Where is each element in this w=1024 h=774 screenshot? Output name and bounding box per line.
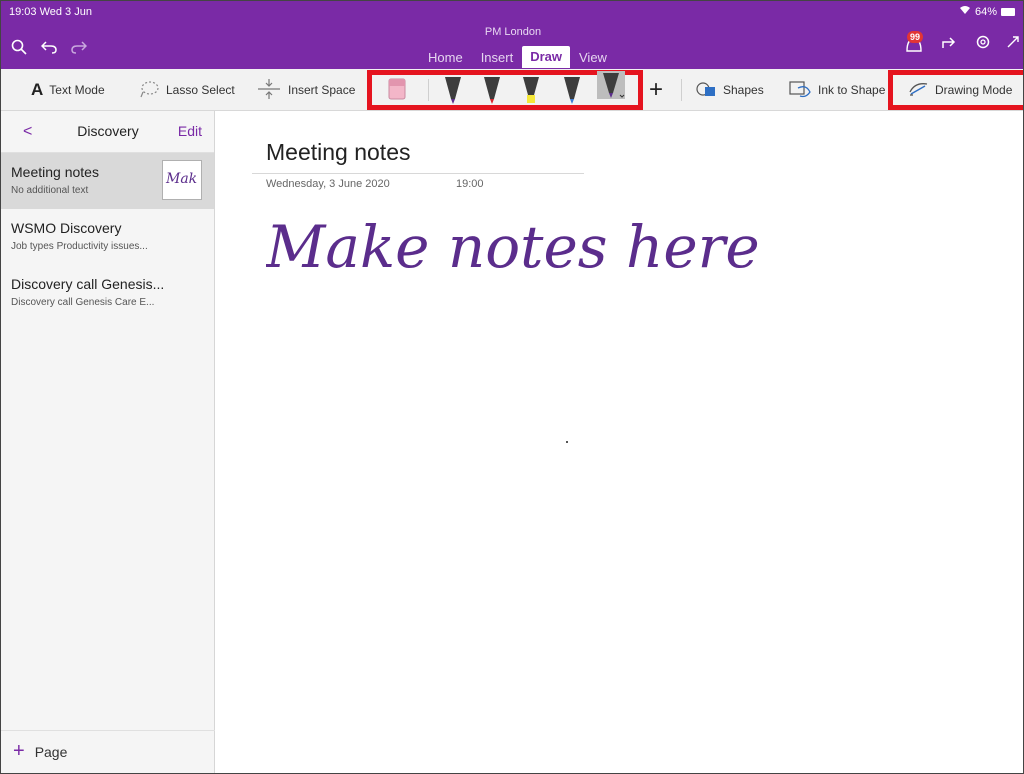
page-item-meeting-notes[interactable]: Meeting notes No additional text Mak [1,153,214,209]
shapes-button[interactable]: Shapes [695,69,764,111]
pages-sidebar: < Discovery Edit Meeting notes No additi… [1,111,215,773]
ink-dot [566,441,568,443]
redo-icon[interactable] [71,40,87,54]
tab-home[interactable]: Home [419,48,472,67]
handwritten-text: Make notes here [266,213,760,281]
text-mode-label: Text Mode [49,83,105,97]
highlighter-yellow-tool[interactable] [519,75,543,110]
lasso-icon [138,80,160,101]
ink-to-shape-button[interactable]: Ink to Shape [788,69,885,111]
pen-blue-icon [564,77,580,104]
share-icon[interactable] [941,34,959,55]
undo-icon[interactable] [41,40,57,54]
app-window: 19:03 Wed 3 Jun 64% PM London Home Inser… [0,0,1024,774]
plus-icon: + [13,740,25,762]
text-mode-button[interactable]: A Text Mode [31,69,105,111]
add-page-button[interactable]: + Page [13,740,67,763]
settings-gear-icon[interactable] [975,34,991,55]
ink-to-shape-label: Ink to Shape [818,83,886,97]
drawing-mode-button[interactable]: Drawing Mode [907,69,1012,111]
pen-selected-tool[interactable] [597,71,625,99]
status-indicators: 64% [959,5,1015,18]
ribbon-tabs: Home Insert Draw View [419,46,616,68]
pen-purple-tool[interactable] [441,75,465,110]
top-bar: 19:03 Wed 3 Jun 64% PM London Home Inser… [1,1,1023,69]
sidebar-divider [1,730,215,731]
highlighter-yellow-icon [523,77,539,103]
page-item-wsmo-discovery[interactable]: WSMO Discovery Job types Productivity is… [1,209,214,265]
text-mode-icon: A [31,80,44,99]
right-toolbar: 99 [903,31,1019,55]
page-subtitle: Discovery call Genesis Care E... [11,297,155,308]
handwritten-ink[interactable]: Make notes here [266,209,866,289]
page-subtitle: Job types Productivity issues... [11,241,148,252]
note-canvas[interactable]: Meeting notes Wednesday, 3 June 2020 19:… [216,111,1023,773]
notebook-name: PM London [484,26,542,38]
add-page-label: Page [34,743,68,760]
fullscreen-icon[interactable] [1007,35,1019,53]
status-time: 19:03 Wed 3 Jun [9,6,92,18]
lasso-select-button[interactable]: Lasso Select [138,69,235,111]
shapes-label: Shapes [723,83,764,97]
ink-to-shape-icon [788,78,812,103]
note-date: Wednesday, 3 June 2020 [266,178,390,190]
tab-insert[interactable]: Insert [472,48,523,67]
edit-button[interactable]: Edit [178,123,202,139]
tab-draw[interactable]: Draw [522,46,570,68]
eraser-icon [388,78,406,100]
page-title: Discovery call Genesis... [11,276,165,292]
battery-icon [1001,7,1015,16]
note-time: 19:00 [456,178,484,190]
draw-ribbon: A Text Mode Lasso Select Insert Space + … [1,69,1023,111]
insert-space-label: Insert Space [288,83,356,97]
page-title: WSMO Discovery [11,220,122,236]
ribbon-divider [681,79,682,101]
left-toolbar [11,39,87,55]
pen-red-tool[interactable] [480,75,504,110]
insert-space-button[interactable]: Insert Space [256,69,355,111]
thumbnail-ink: Mak [165,171,197,187]
page-item-discovery-call[interactable]: Discovery call Genesis... Discovery call… [1,265,214,321]
insert-space-icon [256,78,282,103]
search-icon[interactable] [11,39,27,55]
lasso-select-label: Lasso Select [166,83,235,97]
pen-purple-icon [445,77,461,104]
eraser-tool[interactable] [386,75,408,108]
title-underline [252,173,584,174]
drawing-mode-label: Drawing Mode [935,83,1013,97]
pen-selected-icon [603,73,625,98]
sidebar-header: < Discovery Edit [1,111,214,153]
page-thumbnail: Mak [162,160,202,200]
note-title[interactable]: Meeting notes [266,139,410,166]
pen-blue-tool[interactable] [560,75,584,110]
shapes-icon [695,80,717,101]
battery-percent: 64% [974,5,997,18]
thumbnail-text: Mak [165,171,197,187]
notification-badge: 99 [907,31,924,43]
wifi-icon [959,5,971,18]
notifications-button[interactable]: 99 [903,31,925,55]
pen-red-icon [484,77,500,104]
drawing-mode-icon [907,80,929,101]
add-pen-button[interactable]: + [649,69,663,111]
tab-view[interactable]: View [570,48,616,67]
ribbon-divider [428,79,429,101]
